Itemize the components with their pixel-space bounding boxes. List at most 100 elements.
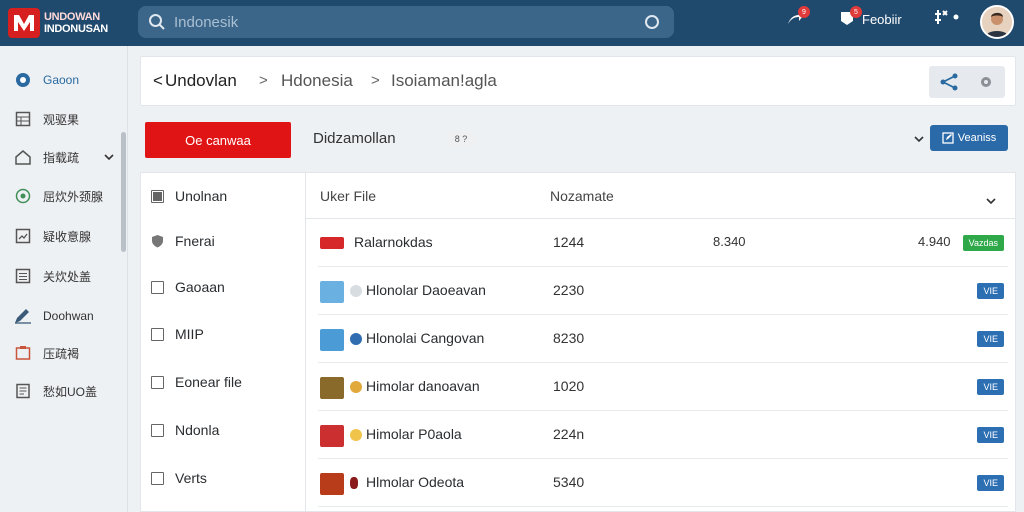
- file-name: Himolar danoavan: [366, 378, 480, 394]
- status-badge[interactable]: VIE: [977, 427, 1004, 443]
- share-tool-icon[interactable]: [939, 73, 959, 96]
- sidebar-item-doohwan[interactable]: Doohwan: [0, 302, 118, 330]
- chevron-down-icon[interactable]: [986, 192, 996, 210]
- sidebar-item-gaoon[interactable]: Gaoon: [0, 66, 118, 94]
- column-header-file[interactable]: Uker File: [320, 188, 376, 204]
- grid-icon: [14, 110, 32, 128]
- table-row[interactable]: Himolar danoavan 1020 VIE: [318, 363, 1008, 411]
- chevron-down-icon[interactable]: [914, 130, 924, 148]
- filter-label: Unolnan: [175, 188, 228, 204]
- filter-item[interactable]: MIIP: [151, 323, 204, 345]
- status-badge[interactable]: VIE: [977, 475, 1004, 491]
- back-button[interactable]: <: [153, 71, 163, 91]
- column-header-name[interactable]: Nozamate: [550, 188, 614, 204]
- file-type-icon: [350, 477, 358, 489]
- settings-icon[interactable]: [979, 75, 993, 94]
- table-row[interactable]: Hlonolar Daoeavan 2230 VIE: [318, 267, 1008, 315]
- sidebar-item-chart[interactable]: 疑收意腺: [0, 222, 118, 250]
- search-input[interactable]: [174, 13, 614, 31]
- checkbox[interactable]: [151, 471, 164, 485]
- share-button[interactable]: 9: [786, 6, 810, 31]
- sidebar-item-doc[interactable]: 愁如UO盖: [0, 377, 118, 405]
- home-icon: [14, 148, 32, 166]
- file-name: Hlonolar Daoeavan: [366, 282, 486, 298]
- filter-item[interactable]: Eonear file: [151, 371, 242, 393]
- sidebar-scrollbar[interactable]: [121, 132, 126, 252]
- refresh-icon[interactable]: [644, 14, 660, 35]
- shield-icon: [151, 234, 164, 248]
- filter-label: Ndonla: [175, 422, 220, 438]
- table-icon: [14, 267, 32, 285]
- sidebar-item-label: 指载疏: [43, 150, 80, 165]
- breadcrumb-item-1[interactable]: Undovlan: [165, 71, 237, 91]
- apps-button[interactable]: [934, 8, 960, 31]
- circle-icon: [14, 71, 32, 89]
- checkbox[interactable]: [151, 423, 164, 437]
- edit-icon: [942, 132, 954, 144]
- breadcrumb-tools: [929, 66, 1005, 98]
- filter-label: Verts: [175, 470, 207, 486]
- checkbox[interactable]: [151, 375, 164, 389]
- table-row[interactable]: Hlonolai Cangovan 8230 VIE: [318, 315, 1008, 363]
- file-name: Himolar P0aola: [366, 426, 462, 442]
- filter-item[interactable]: Verts: [151, 467, 207, 489]
- breadcrumb-separator: >: [259, 72, 268, 89]
- view-button[interactable]: Veaniss: [930, 125, 1008, 151]
- sidebar-item-home[interactable]: 指载疏: [0, 143, 118, 171]
- avatar[interactable]: [980, 5, 1014, 39]
- filter-panel: Unolnan Fnerai Gaoaan MIIP Eonear file N…: [140, 172, 306, 512]
- sidebar: Gaoon 观驱果 指载疏 屈炊外颈腺 疑收意腺 关炊处盖 Doohwan 压疏…: [0, 46, 128, 512]
- filter-item[interactable]: Fnerai: [151, 230, 215, 252]
- toolbar: Oe canwaa Didzamollan 8 ? Veaniss: [140, 116, 1016, 162]
- chart-icon: [14, 227, 32, 245]
- file-thumbnail-icon: [320, 329, 344, 351]
- chevron-down-icon[interactable]: [104, 148, 114, 166]
- filter-item[interactable]: Unolnan: [151, 185, 227, 207]
- checkbox[interactable]: [151, 189, 164, 203]
- status-badge[interactable]: VIE: [977, 331, 1004, 347]
- profile-label: Feobiir: [862, 12, 902, 27]
- breadcrumb-item-3[interactable]: Isoiaman!agla: [391, 71, 497, 91]
- filter-label: Eonear file: [175, 374, 242, 390]
- file-size: 8230: [553, 330, 585, 346]
- search-bar[interactable]: [138, 6, 674, 38]
- sidebar-item-image[interactable]: 压疏褐: [0, 339, 118, 367]
- filter-item[interactable]: Gaoaan: [151, 276, 225, 298]
- sidebar-item-label: 屈炊外颈腺: [43, 189, 104, 204]
- notification-button[interactable]: 5 Feobiir: [838, 6, 902, 31]
- sidebar-item-table[interactable]: 关炊处盖: [0, 262, 118, 290]
- status-badge[interactable]: VIE: [977, 379, 1004, 395]
- sidebar-item-label: Doohwan: [43, 309, 94, 323]
- file-table: Uker File Nozamate Ralarnokdas 1244 8.34…: [306, 172, 1016, 512]
- table-row[interactable]: Hlmolar Odeota 5340 VIE: [318, 459, 1008, 507]
- breadcrumb: < Undovlan > Hdonesia > Isoiaman!agla: [140, 56, 1016, 106]
- primary-action-button[interactable]: Oe canwaa: [145, 122, 291, 158]
- share-icon: 9: [786, 6, 810, 31]
- sidebar-item-label: 关炊处盖: [43, 269, 92, 284]
- top-bar: UNDOWAN INDONUSAN 9 5 Feobiir: [0, 0, 1024, 46]
- status-badge[interactable]: Vazdas: [962, 235, 1004, 251]
- filter-label: MIIP: [175, 326, 204, 342]
- filter-item[interactable]: Ndonla: [151, 419, 219, 441]
- file-type-icon: [350, 429, 362, 441]
- view-button-label: Veaniss: [957, 132, 997, 144]
- breadcrumb-item-2[interactable]: Hdonesia: [281, 71, 353, 91]
- checkbox[interactable]: [151, 327, 164, 341]
- table-row[interactable]: Ralarnokdas 1244 8.340 4.940 Vazdas: [318, 219, 1008, 267]
- apps-icon: [934, 8, 960, 31]
- sidebar-item-grid[interactable]: 观驱果: [0, 105, 118, 133]
- file-type-icon: [350, 333, 362, 345]
- checkbox[interactable]: [151, 280, 164, 294]
- sidebar-item-label: 疑收意腺: [43, 229, 92, 244]
- count-badge: 8 ?: [446, 131, 476, 147]
- app-logo[interactable]: UNDOWAN INDONUSAN: [8, 8, 108, 38]
- filter-label: Fnerai: [175, 233, 215, 249]
- table-row[interactable]: Himolar P0aola 224n VIE: [318, 411, 1008, 459]
- file-name: Hlonolai Cangovan: [366, 330, 485, 346]
- toolbar-label: Didzamollan: [313, 130, 396, 147]
- sidebar-item-shield[interactable]: 屈炊外颈腺: [0, 182, 118, 210]
- file-name: Ralarnokdas: [354, 234, 433, 250]
- notification-badge: 5: [850, 6, 862, 18]
- status-badge[interactable]: VIE: [977, 283, 1004, 299]
- file-metric-2: 4.940: [918, 234, 951, 249]
